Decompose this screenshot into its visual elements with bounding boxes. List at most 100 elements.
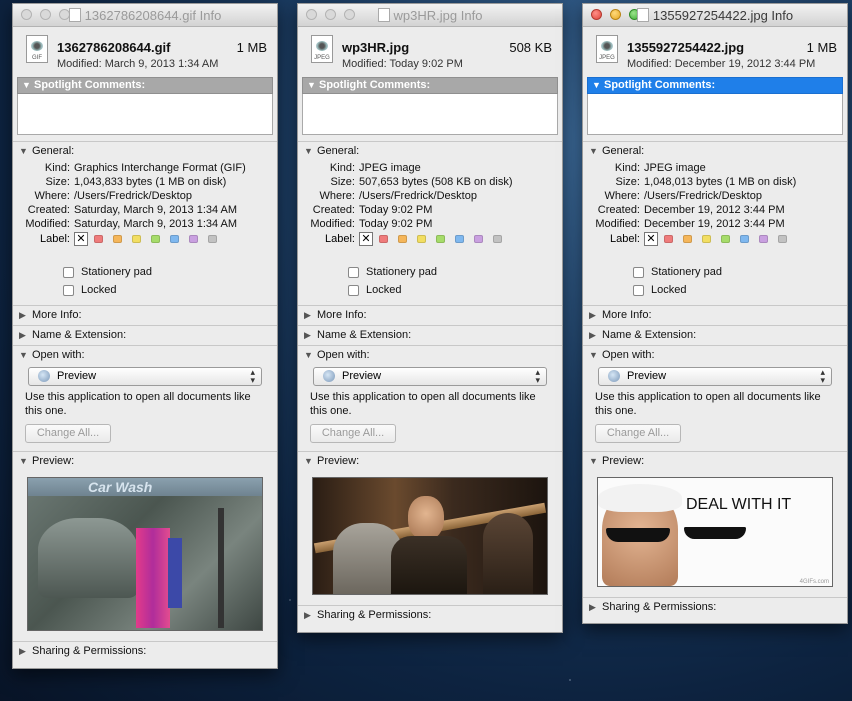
change-all-button[interactable]: Change All... xyxy=(25,424,111,443)
label-blue[interactable] xyxy=(740,235,749,243)
more-info-section[interactable]: ▶ More Info: xyxy=(13,305,277,325)
open-with-description: Use this application to open all documen… xyxy=(310,391,536,417)
where-row: Where:/Users/Fredrick/Desktop xyxy=(319,190,477,202)
preview-app-icon xyxy=(323,370,335,382)
label-yellow[interactable] xyxy=(417,235,426,243)
change-all-button[interactable]: Change All... xyxy=(310,424,396,443)
open-with-description: Use this application to open all documen… xyxy=(595,391,821,417)
name-extension-section[interactable]: ▶ Name & Extension: xyxy=(298,325,562,345)
locked-checkbox[interactable]: Locked xyxy=(13,281,277,299)
spotlight-comments-header[interactable]: ▼ Spotlight Comments: xyxy=(17,77,273,94)
general-section: ▼ General: Kind: Graphics Interchange Form… xyxy=(13,141,277,305)
file-header: JPEG 1355927254422.jpg 1 MB Modified: De… xyxy=(583,27,847,77)
preview-app-icon xyxy=(608,370,620,382)
application-popup[interactable]: Preview ▴ ▾ xyxy=(28,367,262,386)
label-green[interactable] xyxy=(436,235,445,243)
stationery-pad-checkbox[interactable]: Stationery pad xyxy=(583,263,847,281)
name-extension-section[interactable]: ▶ Name & Extension: xyxy=(13,325,277,345)
name-extension-section[interactable]: ▶ Name & Extension: xyxy=(583,325,847,345)
sharing-permissions-section[interactable]: ▶ Sharing & Permissions: xyxy=(583,597,847,617)
general-header[interactable]: ▼ General: xyxy=(13,142,277,161)
window-title: wp3HR.jpg Info xyxy=(298,8,562,23)
disclosure-open-icon: ▼ xyxy=(304,456,313,466)
created-row: Created: Saturday, March 9, 2013 1:34 AM xyxy=(27,204,238,216)
document-icon xyxy=(68,8,81,22)
file-name: 1362786208644.gif xyxy=(57,40,171,55)
open-with-header[interactable]: ▼ Open with: xyxy=(13,346,277,365)
open-with-description: Use this application to open all documen… xyxy=(25,391,251,417)
file-name: wp3HR.jpg xyxy=(342,40,410,55)
label-orange[interactable] xyxy=(683,235,692,243)
no-label-button[interactable]: ✕ xyxy=(74,232,88,246)
info-window-1355927254422[interactable]: 1355927254422.jpg Info JPEG 135592725442… xyxy=(582,3,848,624)
modified-row: Modified: Saturday, March 9, 2013 1:34 AM xyxy=(25,218,238,230)
application-popup[interactable]: Preview ▴ ▾ xyxy=(313,367,547,386)
no-label-button[interactable]: ✕ xyxy=(359,232,373,246)
title-bar[interactable]: wp3HR.jpg Info xyxy=(298,4,562,27)
change-all-button[interactable]: Change All... xyxy=(595,424,681,443)
application-popup[interactable]: Preview ▴ ▾ xyxy=(598,367,832,386)
size-row: Size: 1,043,833 bytes (1 MB on disk) xyxy=(45,176,227,188)
spotlight-comments-field[interactable] xyxy=(302,94,558,135)
info-window-wp3hr[interactable]: wp3HR.jpg Info JPEG wp3HR.jpg 508 KB Mod… xyxy=(297,3,563,633)
locked-checkbox[interactable]: Locked xyxy=(583,281,847,299)
file-icon: JPEG xyxy=(311,35,333,63)
label-gray[interactable] xyxy=(208,235,217,243)
document-icon xyxy=(636,8,649,22)
sharing-permissions-section[interactable]: ▶ Sharing & Permissions: xyxy=(13,641,277,661)
preview-app-icon xyxy=(38,370,50,382)
general-header[interactable]: ▼ General: xyxy=(298,142,562,161)
preview-header[interactable]: ▼ Preview: xyxy=(13,452,277,471)
label-purple[interactable] xyxy=(189,235,198,243)
label-green[interactable] xyxy=(721,235,730,243)
label-gray[interactable] xyxy=(778,235,787,243)
label-purple[interactable] xyxy=(474,235,483,243)
disclosure-open-icon: ▼ xyxy=(19,350,28,360)
preview-header[interactable]: ▼ Preview: xyxy=(583,452,847,471)
where-row: Where:/Users/Fredrick/Desktop xyxy=(604,190,762,202)
label-red[interactable] xyxy=(379,235,388,243)
no-label-button[interactable]: ✕ xyxy=(644,232,658,246)
info-window-gif[interactable]: 1362786208644.gif Info GIF 1362786208644… xyxy=(12,3,278,669)
disclosure-open-icon: ▼ xyxy=(307,80,316,90)
preview-header[interactable]: ▼ Preview: xyxy=(298,452,562,471)
popup-arrows-icon: ▴ ▾ xyxy=(250,367,255,385)
general-header[interactable]: ▼ General: xyxy=(583,142,847,161)
label-purple[interactable] xyxy=(759,235,768,243)
more-info-section[interactable]: ▶ More Info: xyxy=(298,305,562,325)
sharing-permissions-section[interactable]: ▶ Sharing & Permissions: xyxy=(298,605,562,625)
spotlight-comments-field[interactable] xyxy=(587,94,843,135)
spotlight-comments-field[interactable] xyxy=(17,94,273,135)
disclosure-closed-icon: ▶ xyxy=(589,310,596,320)
label-orange[interactable] xyxy=(398,235,407,243)
label-blue[interactable] xyxy=(170,235,179,243)
title-bar[interactable]: 1355927254422.jpg Info xyxy=(583,4,847,27)
open-with-header[interactable]: ▼ Open with: xyxy=(583,346,847,365)
disclosure-closed-icon: ▶ xyxy=(304,310,311,320)
label-red[interactable] xyxy=(94,235,103,243)
preview-watermark: 4GIFs.com xyxy=(799,579,829,585)
label-red[interactable] xyxy=(664,235,673,243)
spotlight-comments-header[interactable]: ▼ Spotlight Comments: xyxy=(587,77,843,94)
disclosure-open-icon: ▼ xyxy=(304,350,313,360)
locked-checkbox[interactable]: Locked xyxy=(298,281,562,299)
preview-section: ▼ Preview: xyxy=(298,451,562,605)
label-blue[interactable] xyxy=(455,235,464,243)
label-orange[interactable] xyxy=(113,235,122,243)
spotlight-comments-header[interactable]: ▼ Spotlight Comments: xyxy=(302,77,558,94)
stationery-pad-checkbox[interactable]: Stationery pad xyxy=(13,263,277,281)
preview-image: DEAL WITH IT 4GIFs.com xyxy=(597,477,833,587)
label-yellow[interactable] xyxy=(702,235,711,243)
window-title: 1362786208644.gif Info xyxy=(13,8,277,23)
stationery-pad-checkbox[interactable]: Stationery pad xyxy=(298,263,562,281)
open-with-header[interactable]: ▼ Open with: xyxy=(298,346,562,365)
file-icon: GIF xyxy=(26,35,48,63)
label-green[interactable] xyxy=(151,235,160,243)
label-yellow[interactable] xyxy=(132,235,141,243)
more-info-section[interactable]: ▶ More Info: xyxy=(583,305,847,325)
label-gray[interactable] xyxy=(493,235,502,243)
general-section: ▼ General: Kind: JPEG image Size: 507,653 b… xyxy=(298,141,562,305)
preview-caption: DEAL WITH IT xyxy=(686,496,792,513)
title-bar[interactable]: 1362786208644.gif Info xyxy=(13,4,277,27)
file-size: 1 MB xyxy=(236,40,267,55)
